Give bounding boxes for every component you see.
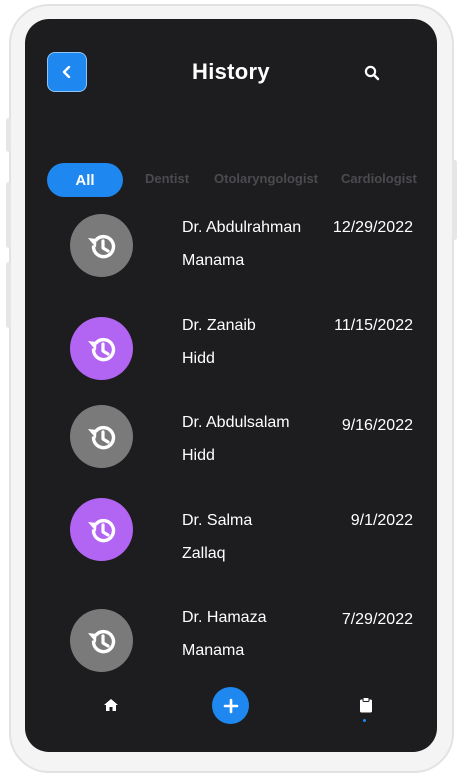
filter-chip-all[interactable]: All [47,163,123,197]
filter-chip-otolaryngologist[interactable]: Otolaryngologist [214,171,318,186]
history-icon [87,337,115,361]
clipboard-icon[interactable] [359,697,373,713]
doctor-name: Dr. Abdulsalam [182,414,290,431]
plus-icon [223,698,238,713]
history-icon [87,234,115,258]
avatar [70,317,133,380]
phone-side-button [6,118,11,152]
appointment-location: Hidd [182,447,215,464]
phone-side-button [452,160,457,240]
appointment-location: Hidd [182,350,215,367]
history-icon [87,518,115,542]
appointment-date: 9/16/2022 [341,417,413,434]
appointment-location: Manama [182,252,245,269]
add-button[interactable] [212,687,249,724]
appointment-location: Manama [182,642,245,659]
phone-side-button [6,262,11,328]
filter-chip-cardiologist[interactable]: Cardiologist [341,171,417,186]
history-icon [87,425,115,449]
appointment-date: 12/29/2022 [332,219,413,236]
appointment-location: Zallaq [182,545,226,562]
avatar [70,405,133,468]
avatar [70,214,133,277]
doctor-name: Dr. Zanaib [182,317,256,334]
phone-side-button [6,182,11,248]
avatar [70,498,133,561]
active-tab-indicator [363,719,366,722]
doctor-name: Dr. Abdulrahman [182,219,302,236]
appointment-date: 11/15/2022 [334,317,413,334]
history-icon [87,629,115,653]
appointment-date: 7/29/2022 [341,611,413,628]
doctor-name: Dr. Salma [182,512,253,529]
doctor-name: Dr. Hamaza [182,609,267,626]
home-icon[interactable] [103,698,119,712]
search-icon [364,65,380,81]
search-button[interactable] [362,63,382,83]
filter-chip-dentist[interactable]: Dentist [145,171,189,186]
avatar [70,609,133,672]
appointment-date: 9/1/2022 [350,512,413,529]
app-screen: History All Dentist Otolaryngologist Car… [25,19,437,752]
